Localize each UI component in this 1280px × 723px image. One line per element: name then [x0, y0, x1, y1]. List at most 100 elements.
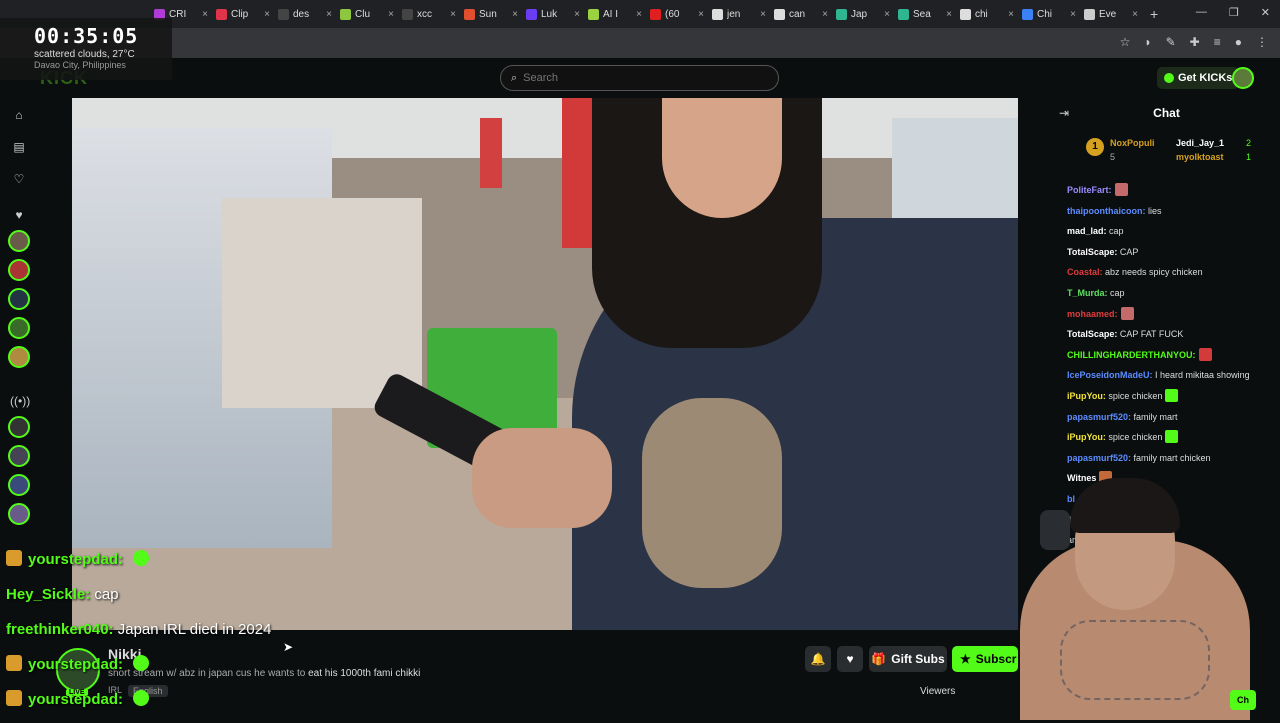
close-tab-icon[interactable]: × [698, 9, 704, 20]
close-tab-icon[interactable]: × [326, 9, 332, 20]
close-tab-icon[interactable]: × [822, 9, 828, 20]
browser-tab[interactable]: Jap × [832, 2, 894, 26]
browser-tab[interactable]: des × [274, 2, 336, 26]
browser-tab[interactable]: Sea × [894, 2, 956, 26]
home-icon[interactable]: ⌂ [10, 106, 28, 124]
close-tab-icon[interactable]: × [1132, 9, 1138, 20]
close-tab-icon[interactable]: × [1070, 9, 1076, 20]
chat-username[interactable]: Coastal: [1067, 267, 1103, 277]
sidebar-channel-avatar[interactable] [8, 259, 30, 281]
top-gifter-count: 5 [1110, 152, 1116, 162]
tab-label: Clip [231, 8, 249, 20]
chat-username[interactable]: TotalScape: [1067, 329, 1117, 339]
sidebar-channel-avatar[interactable] [8, 416, 30, 438]
site-header: KICK ⌕ Get KICKs [0, 58, 1280, 98]
sidebar-channel-avatar[interactable] [8, 346, 30, 368]
close-tab-icon[interactable]: × [946, 9, 952, 20]
browser-tab[interactable]: Chi × [1018, 2, 1080, 26]
new-tab-button[interactable]: + [1150, 6, 1158, 22]
extension-icon[interactable]: ◗ [1144, 35, 1151, 49]
maximize-button[interactable]: ❐ [1229, 6, 1239, 19]
notification-bell-button[interactable]: 🔔 [805, 646, 831, 672]
chat-message-text: CAP FAT FUCK [1117, 329, 1184, 340]
chat-message-text: cap [1107, 287, 1125, 298]
sidebar-channel-avatar[interactable] [8, 288, 30, 310]
top-gifters: 1 NoxPopuli 5 Jedi_Jay_1 2 myolktoast 1 [1086, 136, 1276, 178]
chat-username[interactable]: PoliteFart: [1067, 185, 1112, 195]
top-gifter-name[interactable]: NoxPopuli [1110, 138, 1155, 148]
overlay-chat-message: Japan IRL died in 2024 [117, 621, 272, 638]
close-tab-icon[interactable]: × [574, 9, 580, 20]
browser-tab[interactable]: Clu × [336, 2, 398, 26]
browser-tab[interactable]: (60 × [646, 2, 708, 26]
overlay-chat-username: yourstepdad: [28, 691, 124, 708]
chat-username[interactable]: T_Murda: [1067, 288, 1108, 298]
bookmark-star-icon[interactable]: ☆ [1120, 35, 1131, 49]
chat-username[interactable]: iPupYou: [1067, 432, 1106, 442]
chat-username[interactable]: papasmurf520: [1067, 453, 1131, 463]
close-tab-icon[interactable]: × [512, 9, 518, 20]
sidebar-channel-avatar[interactable] [8, 474, 30, 496]
tab-favicon-icon [960, 8, 971, 20]
playlist-icon[interactable]: ≡ [1214, 35, 1221, 49]
gifter-name[interactable]: myolktoast [1176, 152, 1224, 162]
chat-username[interactable]: CHILLINGHARDERTHANYOU: [1067, 350, 1196, 360]
chat-username[interactable]: IcePoseidonMadeU: [1067, 370, 1153, 380]
puzzle-icon[interactable]: ✚ [1190, 35, 1200, 49]
chat-username[interactable]: mohaamed: [1067, 309, 1118, 319]
chat-message-text: family mart chicken [1131, 452, 1211, 463]
gift-subs-button[interactable]: 🎁 Gift Subs [869, 646, 947, 672]
search-input[interactable] [523, 72, 754, 84]
viewers-label: Viewers [920, 686, 956, 697]
browser-tab[interactable]: AI I × [584, 2, 646, 26]
close-tab-icon[interactable]: × [760, 9, 766, 20]
browser-tab[interactable]: jen × [708, 2, 770, 26]
chat-username[interactable]: papasmurf520: [1067, 412, 1131, 422]
send-chat-button[interactable]: Ch [1230, 690, 1256, 710]
chat-username[interactable]: TotalScape: [1067, 247, 1117, 257]
follow-heart-button[interactable]: ♥ [837, 646, 863, 672]
sidebar-channel-avatar[interactable] [8, 230, 30, 252]
close-tab-icon[interactable]: × [1008, 9, 1014, 20]
emote-icon [133, 550, 150, 566]
sidebar-channel-avatar[interactable] [8, 503, 30, 525]
gift-icon: 🎁 [871, 652, 887, 666]
close-window-button[interactable]: ✕ [1261, 6, 1270, 19]
profile-icon[interactable]: ● [1235, 35, 1242, 49]
browser-tab[interactable]: Eve × [1080, 2, 1142, 26]
chat-username[interactable]: iPupYou: [1067, 391, 1106, 401]
browser-tab[interactable]: can × [770, 2, 832, 26]
close-tab-icon[interactable]: × [636, 9, 642, 20]
following-heart-icon[interactable]: ♡ [10, 170, 28, 188]
menu-kebab-icon[interactable]: ⋮ [1256, 35, 1268, 49]
close-tab-icon[interactable]: × [884, 9, 890, 20]
minimize-button[interactable]: — [1196, 6, 1207, 19]
favorites-heart-icon[interactable]: ♥ [10, 206, 28, 224]
close-tab-icon[interactable]: × [202, 9, 208, 20]
gifter-count: 1 [1246, 152, 1252, 162]
close-tab-icon[interactable]: × [388, 9, 394, 20]
get-kicks-button[interactable]: Get KICKs [1157, 67, 1240, 89]
browser-tab[interactable]: Luk × [522, 2, 584, 26]
browser-tab[interactable]: chi × [956, 2, 1018, 26]
browser-tab[interactable]: xcc × [398, 2, 460, 26]
browser-tab[interactable]: Sun × [460, 2, 522, 26]
gifter-name[interactable]: Jedi_Jay_1 [1176, 138, 1224, 148]
live-signal-icon[interactable]: ((•)) [10, 392, 30, 410]
search-bar[interactable]: ⌕ [500, 65, 779, 91]
pen-icon[interactable]: ✎ [1166, 35, 1176, 49]
browser-tab[interactable]: Clip × [212, 2, 274, 26]
close-tab-icon[interactable]: × [450, 9, 456, 20]
user-avatar[interactable] [1232, 67, 1254, 89]
tab-label: AI I [603, 8, 619, 20]
close-tab-icon[interactable]: × [264, 9, 270, 20]
emote-icon [1165, 430, 1179, 444]
chat-username[interactable]: mad_lad: [1067, 226, 1107, 236]
sidebar-channel-avatar[interactable] [8, 317, 30, 339]
scene-face [662, 98, 782, 218]
chat-username[interactable]: thaipoonthaicoon: [1067, 206, 1146, 216]
browse-icon[interactable]: ▤ [10, 138, 28, 156]
tab-label: can [789, 8, 806, 20]
scene-sign [480, 118, 502, 188]
sidebar-channel-avatar[interactable] [8, 445, 30, 467]
